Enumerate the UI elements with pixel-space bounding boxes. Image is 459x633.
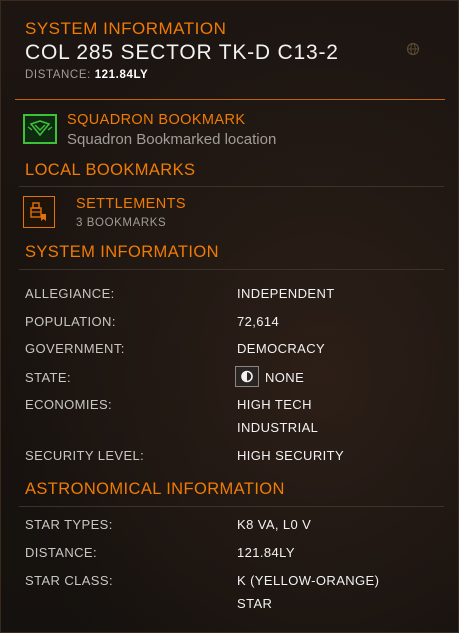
panel-title: SYSTEM INFORMATION	[25, 19, 227, 38]
distance-value: 121.84LY	[94, 69, 149, 81]
squadron-bookmark-title[interactable]: SQUADRON BOOKMARK	[67, 112, 245, 128]
local-bookmarks-heading: LOCAL BOOKMARKS	[25, 161, 196, 179]
star-class-value: K (YELLOW-ORANGE)	[237, 573, 380, 588]
star-types-value: K8 VA, L0 V	[237, 517, 312, 532]
star-class-label: STAR CLASS:	[25, 573, 113, 588]
distance-line: DISTANCE: 121.84LY	[25, 69, 148, 81]
astronomical-information-heading: ASTRONOMICAL INFORMATION	[25, 480, 285, 498]
settlements-bookmark-count: 3 BOOKMARKS	[76, 217, 167, 229]
system-information-divider	[19, 269, 444, 270]
population-label: POPULATION:	[25, 314, 116, 329]
government-label: GOVERNMENT:	[25, 341, 125, 356]
globe-icon[interactable]	[406, 42, 420, 56]
system-info-panel: SYSTEM INFORMATION COL 285 SECTOR TK-D C…	[0, 0, 459, 633]
government-value: DEMOCRACY	[237, 341, 326, 356]
squadron-bookmark-subtitle: Squadron Bookmarked location	[67, 131, 277, 148]
system-information-heading: SYSTEM INFORMATION	[25, 243, 219, 261]
state-value: NONE	[265, 370, 305, 385]
security-level-value: HIGH SECURITY	[237, 448, 345, 463]
security-level-label: SECURITY LEVEL:	[25, 448, 145, 463]
economy-primary-value: HIGH TECH	[237, 397, 312, 412]
economies-label: ECONOMIES:	[25, 397, 113, 412]
star-distance-value: 121.84LY	[237, 545, 295, 560]
star-class-value-line2: STAR	[237, 596, 273, 611]
astronomical-information-divider	[19, 506, 444, 507]
star-types-label: STAR TYPES:	[25, 517, 113, 532]
system-name: COL 285 SECTOR TK-D C13-2	[25, 41, 339, 64]
distance-label: DISTANCE:	[25, 69, 91, 81]
population-value: 72,614	[237, 314, 280, 329]
state-label: STATE:	[25, 370, 71, 385]
settlement-bookmark-icon[interactable]	[23, 196, 55, 228]
local-bookmarks-divider	[19, 186, 444, 187]
settlements-bookmark-title[interactable]: SETTLEMENTS	[76, 196, 186, 212]
half-circle-icon	[235, 366, 259, 387]
squadron-bookmark-icon[interactable]	[23, 114, 57, 144]
star-distance-label: DISTANCE:	[25, 545, 97, 560]
allegiance-value: INDEPENDENT	[237, 286, 335, 301]
header-divider	[15, 99, 445, 100]
economy-secondary-value: INDUSTRIAL	[237, 420, 319, 435]
allegiance-label: ALLEGIANCE:	[25, 286, 115, 301]
